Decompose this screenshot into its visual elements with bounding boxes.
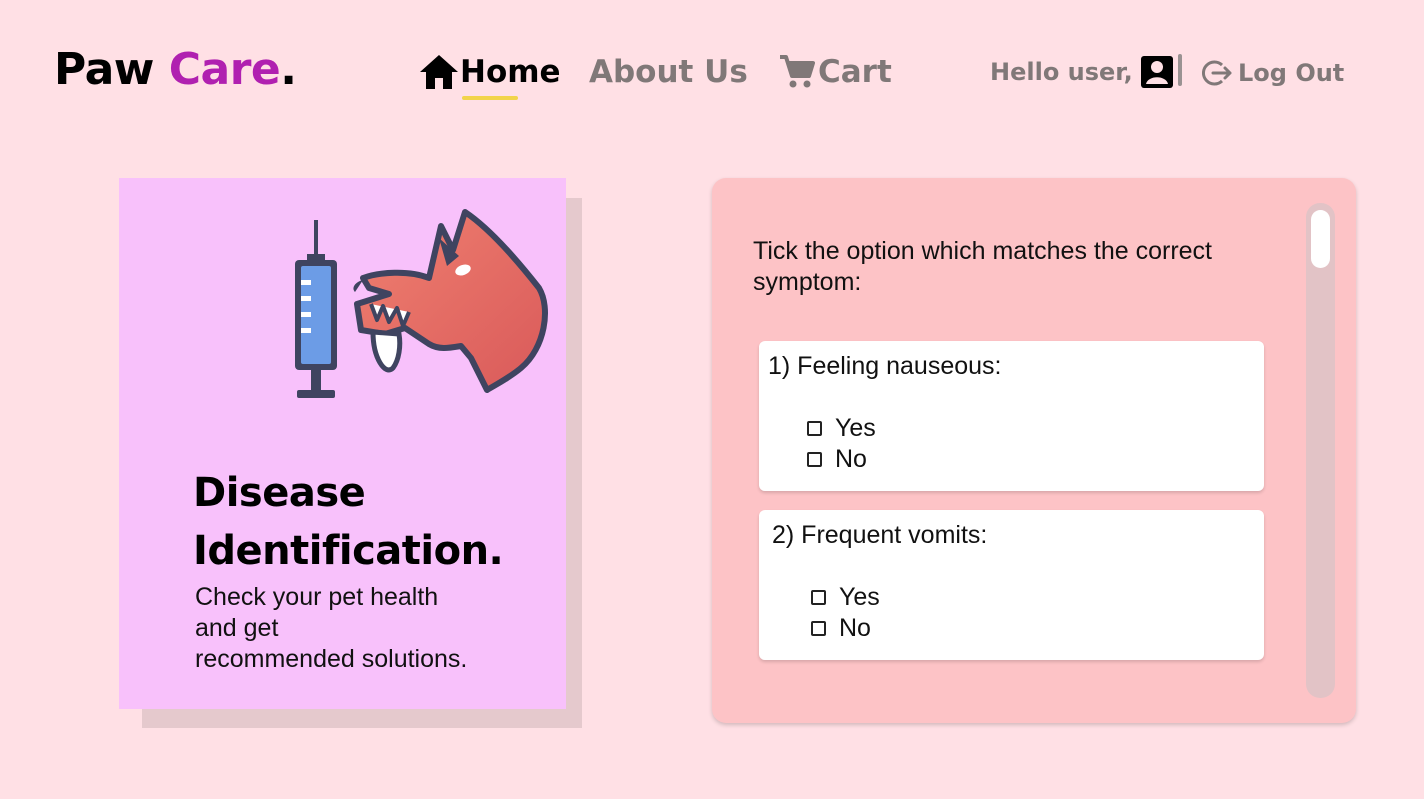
disease-identification-card[interactable]: Disease Identification. Check your pet h… <box>119 178 566 709</box>
cart-icon <box>780 55 815 88</box>
checkbox[interactable] <box>811 620 826 636</box>
option-label: Yes <box>835 414 876 442</box>
card-subtitle-line: recommended solutions. <box>195 645 468 673</box>
option-label: No <box>835 445 867 473</box>
active-nav-underline <box>462 96 518 100</box>
checkbox[interactable] <box>807 451 822 467</box>
brand-logo[interactable]: Paw Care. <box>54 44 297 96</box>
option-label: Yes <box>839 583 880 611</box>
scrollbar-thumb[interactable] <box>1311 210 1330 268</box>
question-card: 2) Frequent vomits: Yes No <box>759 510 1264 660</box>
question-label: 2) Frequent vomits: <box>772 521 988 549</box>
dog-icon <box>353 209 548 393</box>
symptom-quiz-panel: Tick the option which matches the correc… <box>712 178 1356 723</box>
user-icon[interactable] <box>1139 54 1175 90</box>
logout-icon <box>1202 60 1232 86</box>
header-divider <box>1178 54 1182 86</box>
brand-part1: Paw <box>54 44 154 95</box>
card-subtitle: Check your pet health and get recommende… <box>195 582 515 675</box>
checkbox[interactable] <box>811 589 826 605</box>
logout-label: Log Out <box>1238 59 1345 87</box>
nav-home-label: Home <box>460 54 561 90</box>
option-no[interactable]: No <box>807 444 867 474</box>
brand-part2: Care <box>168 44 281 95</box>
quiz-prompt: Tick the option which matches the correc… <box>753 237 1212 296</box>
option-no[interactable]: No <box>811 613 871 643</box>
syringe-dog-illustration <box>295 209 548 398</box>
card-title-line2: Identification. <box>193 528 504 574</box>
scrollbar-track[interactable] <box>1306 203 1335 698</box>
nav-cart[interactable]: Cart <box>778 52 892 92</box>
option-yes[interactable]: Yes <box>807 413 876 443</box>
question-card: 1) Feeling nauseous: Yes No <box>759 341 1264 491</box>
question-label: 1) Feeling nauseous: <box>768 352 1002 380</box>
nav-about-us[interactable]: About Us <box>589 52 748 92</box>
option-yes[interactable]: Yes <box>811 582 880 612</box>
card-subtitle-line: and get <box>195 614 279 642</box>
option-label: No <box>839 614 871 642</box>
nav-cart-label: Cart <box>818 54 892 90</box>
logout-button[interactable]: Log Out <box>1202 58 1344 88</box>
nav-home[interactable]: Home <box>418 52 561 92</box>
checkbox[interactable] <box>807 420 822 436</box>
card-title-line1: Disease <box>193 470 366 516</box>
brand-dot: . <box>280 44 297 95</box>
nav-about-label: About Us <box>589 54 748 90</box>
card-title: Disease Identification. <box>193 464 553 580</box>
syringe-icon <box>295 220 337 398</box>
user-greeting: Hello user, <box>990 54 1175 90</box>
user-greeting-text: Hello user, <box>990 58 1133 86</box>
home-icon <box>420 55 458 89</box>
card-subtitle-line: Check your pet health <box>195 583 439 611</box>
